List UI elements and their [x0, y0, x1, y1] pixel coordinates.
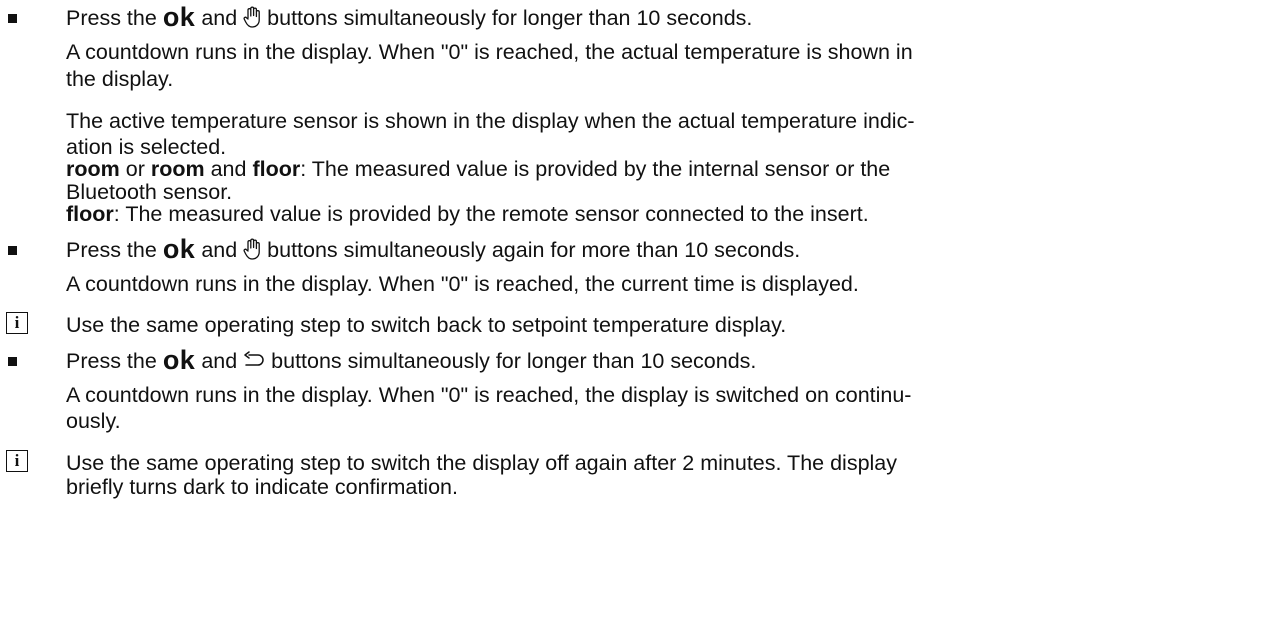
text: buttons simultaneously for longer than 1… [267, 6, 753, 30]
bullet [8, 246, 17, 255]
text: and [201, 6, 238, 30]
floor-label: floor [252, 157, 301, 181]
step-3-result: A countdown runs in the display. When "0… [66, 383, 912, 407]
step-1-instruction: Press the ok and buttons simultaneously … [66, 2, 753, 32]
step-2-instruction: Press the ok and buttons simultaneously … [66, 234, 801, 264]
step-1-result: A countdown runs in the display. When "0… [66, 40, 913, 64]
back-arrow-icon [244, 351, 264, 366]
text: buttons simultaneously for longer than 1… [271, 349, 757, 373]
info-box-icon: i [6, 312, 28, 334]
ok-key-label: ok [162, 2, 196, 32]
text: : The measured value is provided by the … [113, 202, 869, 226]
step-3-instruction: Press the ok and buttons simultaneously … [66, 345, 757, 375]
room-floor-line-cont: Bluetooth sensor. [66, 180, 233, 204]
text: Press the [66, 238, 157, 262]
info-note-2-cont: briefly turns dark to indicate confirmat… [66, 475, 458, 499]
text: or [125, 157, 145, 181]
hand-icon [243, 238, 261, 260]
room-floor-line: room or room and floor: The measured val… [66, 157, 890, 181]
room-label: room [150, 157, 205, 181]
info-note-1: Use the same operating step to switch ba… [66, 313, 787, 337]
text: buttons simultaneously again for more th… [267, 238, 801, 262]
text: : The measured value is provided by the … [300, 157, 891, 181]
info-note-2: Use the same operating step to switch th… [66, 451, 898, 475]
sensor-note-cont: ation is selected. [66, 135, 227, 159]
bullet [8, 14, 17, 23]
room-label: room [66, 157, 120, 181]
text: and [201, 349, 238, 373]
bullet [8, 357, 17, 366]
text: Press the [66, 6, 157, 30]
info-box-icon: i [6, 450, 28, 472]
step-1-result-cont: the display. [66, 67, 174, 91]
text: Press the [66, 349, 157, 373]
floor-label: floor [66, 202, 114, 226]
ok-key-label: ok [162, 345, 196, 375]
sensor-note: The active temperature sensor is shown i… [66, 109, 915, 133]
ok-key-label: ok [162, 234, 196, 264]
step-2-result: A countdown runs in the display. When "0… [66, 272, 859, 296]
text: and [210, 157, 247, 181]
hand-icon [243, 6, 261, 28]
floor-line: floor: The measured value is provided by… [66, 202, 869, 226]
step-3-result-cont: ously. [66, 409, 121, 433]
text: and [201, 238, 238, 262]
